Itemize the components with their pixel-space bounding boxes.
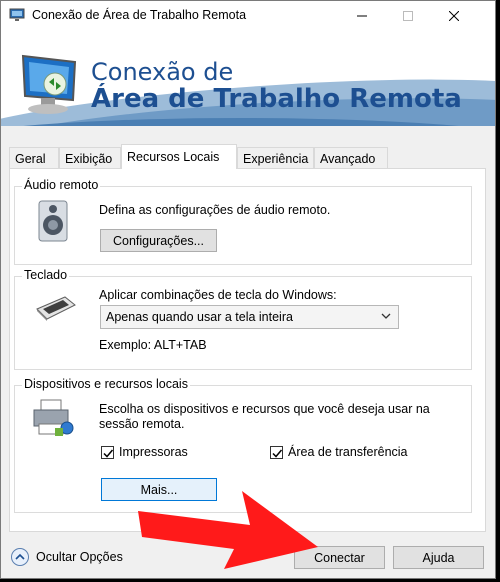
close-icon (449, 10, 459, 21)
audio-settings-button[interactable]: Configurações... (100, 229, 217, 252)
keyboard-description: Aplicar combinações de tecla do Windows: (99, 288, 337, 302)
tab-geral[interactable]: Geral (9, 147, 59, 168)
tab-recursos-locais[interactable]: Recursos Locais (121, 144, 237, 169)
keyboard-group-legend: Teclado (22, 268, 70, 282)
tab-avancado[interactable]: Avançado (314, 147, 388, 168)
minimize-icon (357, 15, 367, 16)
checkmark-icon (103, 449, 114, 458)
window-title: Conexão de Área de Trabalho Remota (32, 8, 247, 22)
speaker-icon (38, 200, 68, 242)
chevron-down-icon (381, 313, 391, 319)
checkmark-icon (272, 449, 283, 458)
keyboard-icon (36, 296, 76, 321)
banner-title-line1: Conexão de (91, 58, 234, 86)
devices-description-line2: sessão remota. (99, 417, 185, 431)
printers-label: Impressoras (119, 445, 188, 459)
maximize-button[interactable] (385, 1, 431, 30)
hide-options-label[interactable]: Ocultar Opções (36, 550, 123, 564)
audio-group-legend: Áudio remoto (22, 178, 101, 192)
tab-experiencia[interactable]: Experiência (237, 147, 314, 168)
remote-desktop-logo-icon (21, 54, 77, 114)
audio-group: Áudio remoto Defina as configurações de … (14, 178, 472, 265)
clipboard-checkbox[interactable] (270, 446, 283, 459)
remote-desktop-icon (9, 8, 25, 21)
keyboard-group: Teclado Aplicar combinações de tecla do … (14, 268, 472, 370)
red-arrow-annotation (138, 491, 318, 569)
title-bar: Conexão de Área de Trabalho Remota (1, 1, 495, 30)
tab-panel: Áudio remoto Defina as configurações de … (9, 168, 486, 532)
keyboard-example: Exemplo: ALT+TAB (99, 338, 207, 352)
help-button[interactable]: Ajuda (393, 546, 484, 569)
minimize-button[interactable] (339, 1, 385, 30)
header-banner: Conexão de Área de Trabalho Remota (1, 30, 495, 126)
rdp-window: Conexão de Área de Trabalho Remota Conex… (0, 0, 496, 579)
chevron-up-icon (15, 553, 25, 560)
close-button[interactable] (431, 1, 477, 30)
banner-title-line2: Área de Trabalho Remota (91, 84, 462, 114)
devices-group-legend: Dispositivos e recursos locais (22, 377, 190, 391)
windows-key-combination-value: Apenas quando usar a tela inteira (106, 310, 293, 324)
clipboard-label: Área de transferência (288, 445, 408, 459)
devices-description-line1: Escolha os dispositivos e recursos que v… (99, 402, 430, 416)
audio-description: Defina as configurações de áudio remoto. (99, 203, 331, 217)
hide-options-toggle[interactable] (11, 548, 29, 566)
tab-exibicao[interactable]: Exibição (59, 147, 121, 168)
printer-devices-icon (33, 399, 74, 436)
printers-checkbox[interactable] (101, 446, 114, 459)
windows-key-combination-select[interactable]: Apenas quando usar a tela inteira (100, 305, 399, 329)
maximize-icon (403, 10, 413, 21)
